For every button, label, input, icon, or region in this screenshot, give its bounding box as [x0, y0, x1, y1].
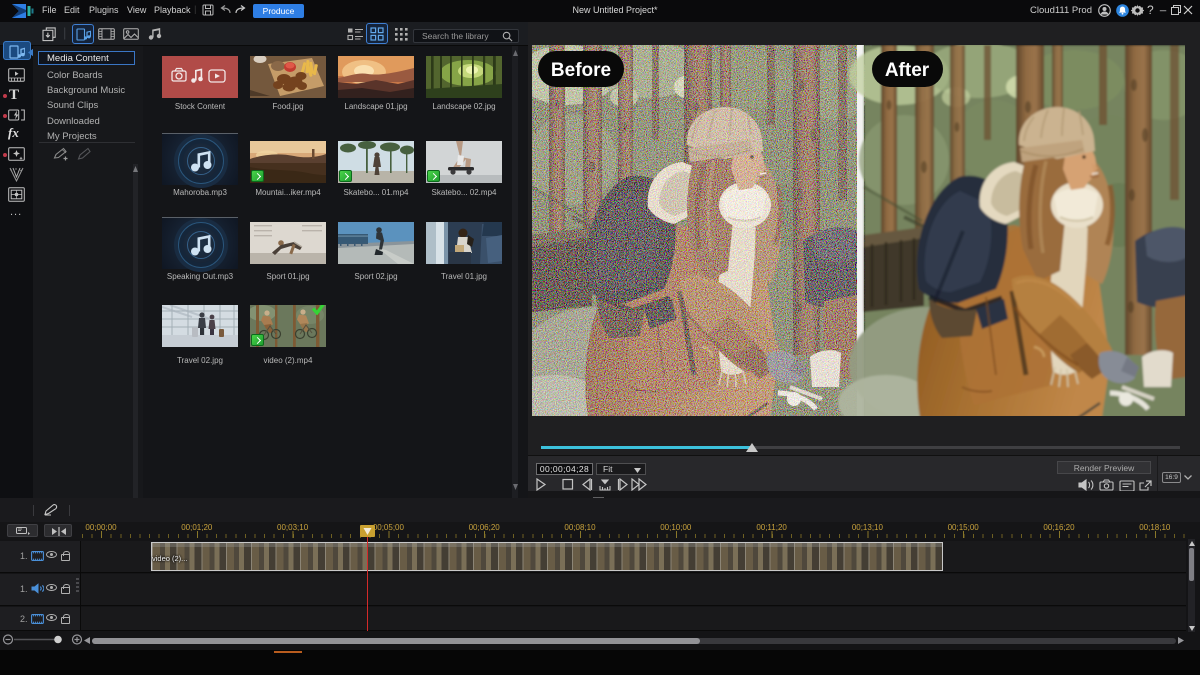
svg-text:After: After [885, 60, 930, 81]
svg-text:Before: Before [551, 60, 611, 81]
